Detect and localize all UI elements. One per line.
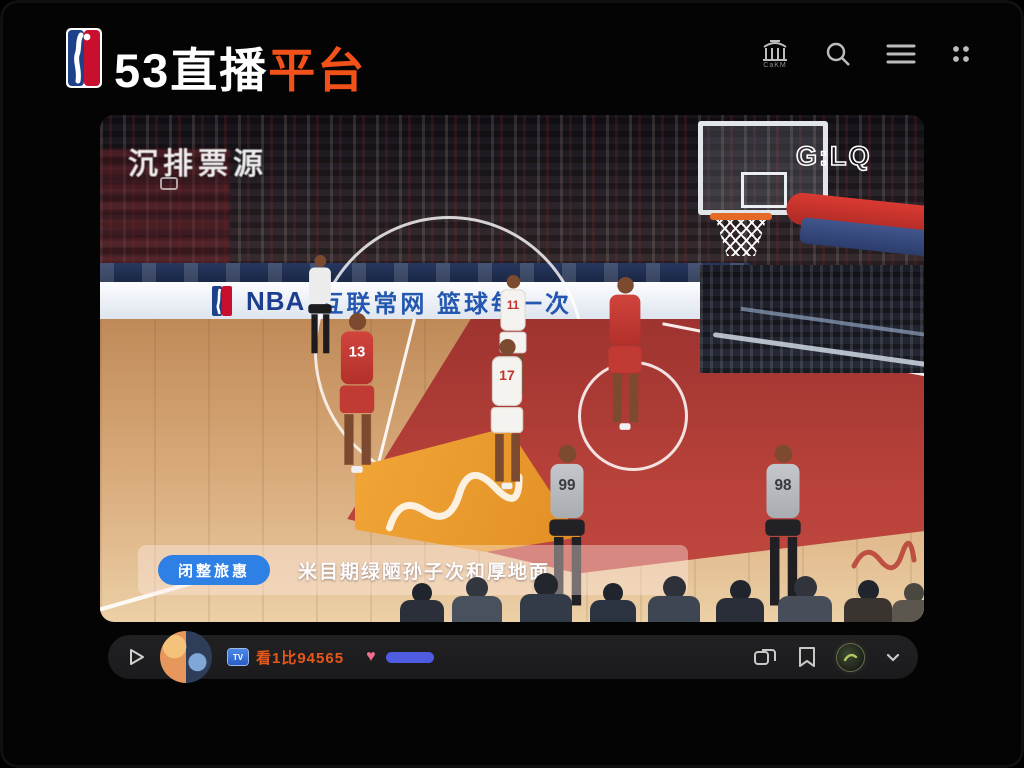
grid-dots-icon[interactable]: [950, 43, 972, 65]
streamer-avatar[interactable]: [160, 631, 212, 683]
player-red-right: [609, 277, 642, 430]
spectator-silhouette: [892, 583, 924, 622]
heart-icon: ♥: [366, 648, 376, 666]
progress-bar[interactable]: [386, 652, 434, 663]
referee-number: 98: [766, 476, 799, 494]
caption-text: 米目期绿陋孙子次和厚地面: [298, 557, 550, 584]
jersey-number: 11: [500, 298, 525, 312]
menu-icon[interactable]: [886, 42, 916, 66]
footer-bar: 2020: [0, 700, 1024, 760]
spectator-silhouette: [452, 577, 502, 622]
hoop-rim: [710, 213, 772, 220]
spectator-silhouette: [844, 580, 892, 622]
page-title: 53直播平台: [114, 32, 366, 101]
spectator-silhouette: [590, 583, 636, 622]
broadcaster-logo: G:LQ: [796, 141, 872, 172]
brand-accent: 平台: [268, 44, 366, 97]
control-bar: TV 看1比94565 ♥: [108, 635, 918, 679]
player-red-13: 13: [340, 313, 375, 473]
spectator-silhouette: [400, 583, 444, 622]
spectator-silhouette: [716, 580, 764, 622]
watermark-mini-icon: [160, 177, 178, 190]
hall-icon[interactable]: CaKM: [760, 38, 790, 69]
spectator-silhouette: [778, 576, 832, 622]
bookmark-icon[interactable]: [797, 646, 817, 668]
search-icon[interactable]: [824, 40, 852, 68]
jersey-number: 17: [492, 367, 522, 383]
channel-title: 看1比94565: [256, 647, 344, 668]
tv-badge-icon: TV: [228, 649, 248, 665]
ad-nba-logo: [212, 286, 232, 316]
brand-white: 53直播: [114, 44, 268, 97]
hall-icon-caption: CaKM: [763, 62, 786, 69]
app-screen: 53直播平台 CaKM: [0, 0, 1024, 768]
nba-logo[interactable]: [66, 28, 102, 88]
spectator-silhouette: [648, 576, 700, 622]
corner-decal: [848, 534, 918, 578]
play-button[interactable]: [126, 647, 146, 667]
ad-brand-text: NBA: [246, 286, 305, 317]
backboard-square: [741, 172, 787, 208]
user-avatar-button[interactable]: [837, 644, 864, 671]
player-white-17: 17: [491, 339, 523, 489]
spectator-silhouette: [520, 573, 572, 622]
caption-badge: 闭整旅惠: [158, 555, 270, 585]
referee-number: 99: [550, 476, 583, 494]
control-right-group: [753, 644, 902, 671]
chevron-down-icon[interactable]: [884, 648, 902, 666]
header-actions: CaKM: [760, 38, 972, 69]
jersey-number: 13: [341, 343, 373, 360]
cast-icon[interactable]: [753, 646, 777, 668]
watermark-text: 沉排票源: [128, 139, 268, 183]
referee-far: [308, 255, 331, 353]
video-player[interactable]: NBA 互联常网 篮球每一次: [100, 115, 924, 622]
